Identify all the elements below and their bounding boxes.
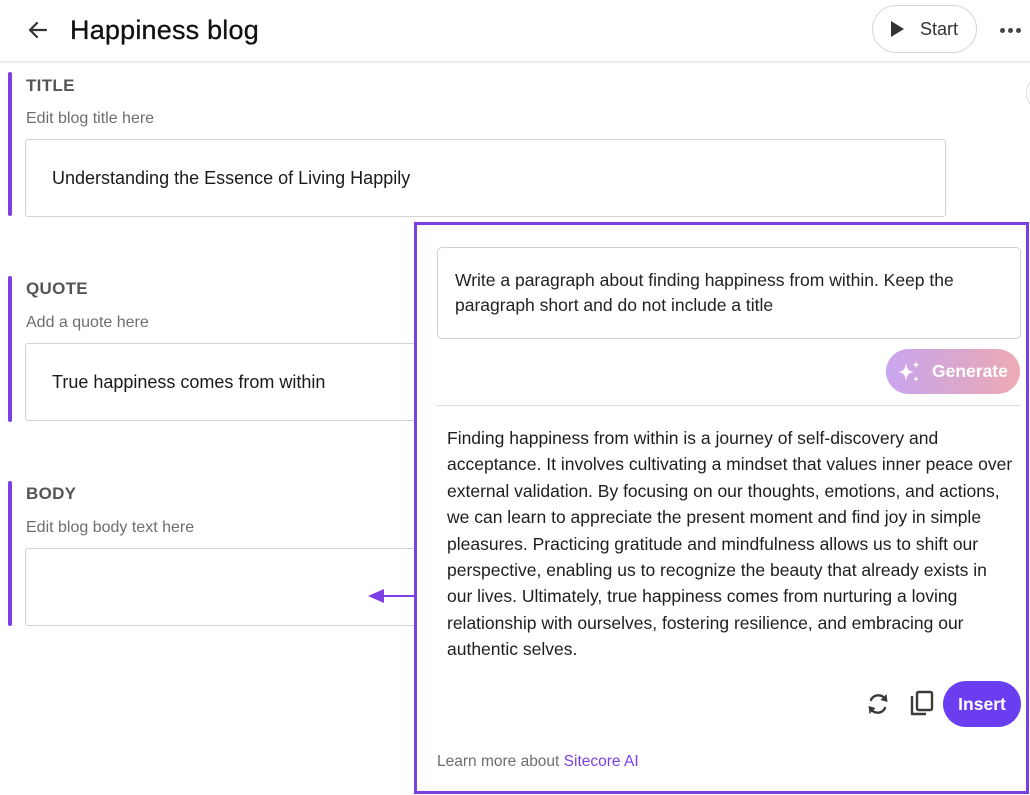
- app-header: Happiness blog Start: [0, 0, 1030, 62]
- learn-more-text: Learn more about Sitecore AI: [437, 753, 639, 771]
- generate-button-label: Generate: [932, 361, 1008, 381]
- arrow-left-icon: [28, 21, 48, 39]
- body-section: BODY Edit blog body text here: [0, 481, 420, 631]
- sparkle-icon: [898, 361, 920, 382]
- panel-divider: [437, 405, 1021, 406]
- ellipsis-dot: [1007, 27, 1013, 33]
- more-options-button[interactable]: [996, 18, 1024, 42]
- start-button[interactable]: Start: [872, 5, 977, 53]
- insert-button[interactable]: Insert: [943, 681, 1021, 727]
- title-input[interactable]: Understanding the Essence of Living Happ…: [25, 139, 946, 217]
- back-button[interactable]: [22, 14, 54, 46]
- ellipsis-icon: [999, 27, 1005, 33]
- quote-label: QUOTE: [26, 279, 88, 298]
- body-label: BODY: [26, 484, 77, 503]
- insert-target-arrow-icon: [368, 589, 414, 603]
- start-button-label: Start: [920, 18, 959, 39]
- sitecore-ai-link[interactable]: Sitecore AI: [564, 753, 639, 770]
- page-title: Happiness blog: [70, 15, 259, 45]
- regenerate-button[interactable]: [863, 689, 893, 719]
- title-label: TITLE: [26, 76, 75, 95]
- section-accent-bar: [8, 276, 12, 422]
- ellipsis-dot: [1015, 27, 1021, 33]
- title-section: TITLE Edit blog title here Understanding…: [0, 72, 960, 222]
- generate-button[interactable]: Generate: [886, 349, 1020, 394]
- body-hint: Edit blog body text here: [26, 519, 195, 536]
- prompt-input[interactable]: Write a paragraph about finding happines…: [437, 247, 1021, 339]
- copy-button[interactable]: [907, 689, 937, 719]
- play-icon: [891, 21, 904, 37]
- refresh-icon: [868, 694, 888, 714]
- quote-section: QUOTE Add a quote here True happiness co…: [0, 276, 420, 426]
- learn-more-prefix: Learn more about: [437, 753, 564, 770]
- quote-hint: Add a quote here: [26, 314, 149, 331]
- title-hint: Edit blog title here: [26, 110, 155, 127]
- section-accent-bar: [8, 481, 12, 626]
- quote-input[interactable]: True happiness comes from within: [25, 343, 420, 421]
- copy-icon: [910, 690, 934, 716]
- generated-result-text: Finding happiness from within is a journ…: [447, 428, 1013, 660]
- side-panel-toggle[interactable]: [1026, 76, 1030, 110]
- ai-assistant-panel: Write a paragraph about finding happines…: [414, 222, 1029, 794]
- section-accent-bar: [8, 72, 12, 216]
- body-input[interactable]: [25, 548, 420, 626]
